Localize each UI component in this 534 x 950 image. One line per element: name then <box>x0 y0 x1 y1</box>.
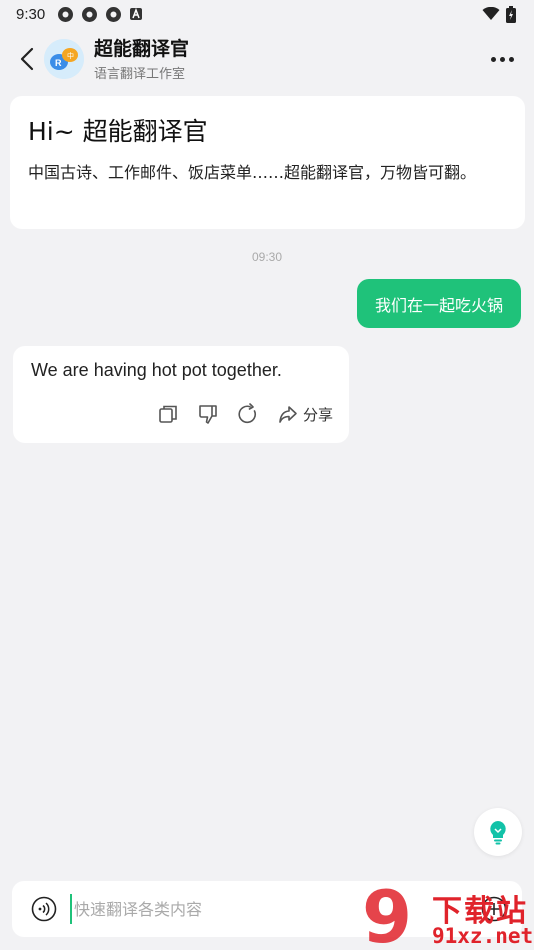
svg-text:中: 中 <box>67 51 74 60</box>
svg-text:R: R <box>55 58 62 68</box>
more-button[interactable] <box>488 45 516 73</box>
bot-reply-bubble: We are having hot pot together. 分享 <box>13 346 349 443</box>
welcome-card: Hi~ 超能翻译官 中国古诗、工作邮件、饭店菜单……超能翻译官，万物皆可翻。 <box>10 96 525 229</box>
system-icons <box>482 5 516 23</box>
status-time: 9:30 <box>16 5 46 23</box>
user-message-bubble[interactable]: 我们在一起吃火锅 <box>356 279 521 328</box>
welcome-greeting: Hi~ 超能翻译官 <box>28 117 208 146</box>
regenerate-button[interactable] <box>237 403 259 425</box>
plus-button[interactable] <box>480 895 508 923</box>
chat-titles: 超能翻译官 语言翻译工作室 <box>94 37 189 82</box>
back-button[interactable] <box>12 44 42 74</box>
copy-button[interactable] <box>157 403 179 425</box>
copy-icon <box>159 405 177 423</box>
lightbulb-icon <box>490 821 506 845</box>
sync-icon <box>82 6 98 22</box>
sync-icon <box>58 6 74 22</box>
voice-button[interactable] <box>30 895 58 923</box>
more-dots-icon <box>508 56 514 62</box>
share-button[interactable]: 分享 <box>277 403 333 425</box>
reply-actions: 分享 <box>157 403 333 425</box>
notification-icons <box>57 6 143 23</box>
bot-reply-text: We are having hot pot together. <box>31 360 282 380</box>
input-bar <box>12 881 522 937</box>
share-label: 分享 <box>302 405 333 424</box>
thumbs-down-icon <box>199 405 217 424</box>
refresh-icon <box>238 403 256 424</box>
more-dots-icon <box>490 56 496 62</box>
wifi-icon <box>482 7 500 20</box>
user-message-text: 我们在一起吃火锅 <box>374 295 503 315</box>
a-badge-icon <box>130 7 143 20</box>
tips-button[interactable] <box>474 808 522 856</box>
dislike-button[interactable] <box>197 403 219 425</box>
battery-icon <box>506 5 516 23</box>
page-title: 超能翻译官 <box>94 37 190 60</box>
share-icon <box>279 406 297 423</box>
translate-input[interactable] <box>70 894 480 924</box>
welcome-description: 中国古诗、工作邮件、饭店菜单……超能翻译官，万物皆可翻。 <box>28 163 477 182</box>
message-timestamp: 09:30 <box>251 250 283 264</box>
plus-circle-icon <box>481 896 507 922</box>
status-bar: 9:30 <box>0 0 534 28</box>
page-subtitle: 语言翻译工作室 <box>94 66 186 82</box>
chat-header: R 中 超能翻译官 语言翻译工作室 <box>0 30 534 88</box>
sync-icon <box>106 6 122 22</box>
avatar[interactable]: R 中 <box>44 39 84 79</box>
voice-icon <box>31 896 57 922</box>
more-dots-icon <box>499 56 505 62</box>
translator-avatar-icon: R 中 <box>44 39 84 79</box>
chevron-left-icon <box>20 47 34 71</box>
